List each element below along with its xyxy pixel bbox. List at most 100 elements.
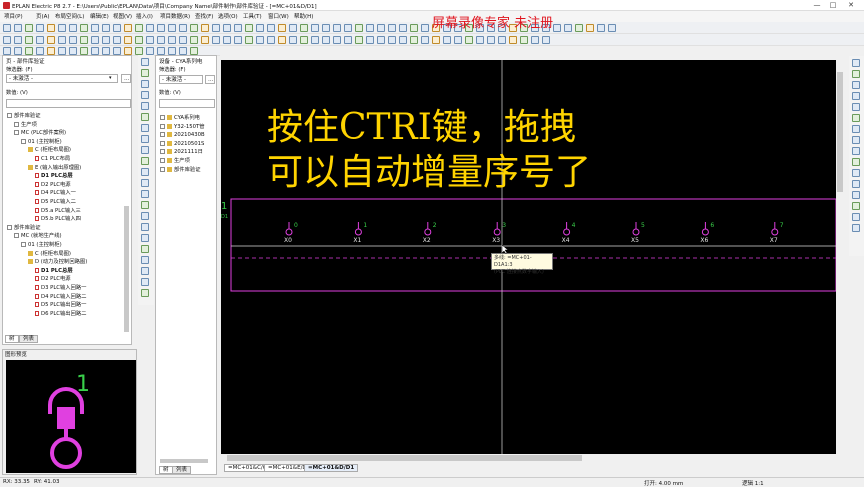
- tree-item[interactable]: E (输入输出原理图): [28, 164, 81, 172]
- canvas-hscrollbar[interactable]: [221, 454, 836, 462]
- toolbar-tool-icon[interactable]: [36, 24, 44, 32]
- toolbar-tool-icon[interactable]: [311, 36, 319, 44]
- draw-tool-icon[interactable]: [141, 190, 149, 198]
- toolbar-tool-icon[interactable]: [25, 36, 33, 44]
- expand-icon[interactable]: [160, 140, 165, 146]
- draw-tool-icon[interactable]: [852, 103, 860, 111]
- toolbar-tool-icon[interactable]: [388, 24, 396, 32]
- toolbar-tool-icon[interactable]: [25, 24, 33, 32]
- toolbar-tool-icon[interactable]: [586, 24, 594, 32]
- draw-tool-icon[interactable]: [852, 224, 860, 232]
- menu-find[interactable]: 查找(F): [195, 12, 213, 20]
- tree-item[interactable]: 部件库验证: [7, 224, 41, 232]
- tree-item[interactable]: D5 PLC输出回路一: [35, 301, 86, 309]
- draw-tool-icon[interactable]: [852, 92, 860, 100]
- toolbar-tool-icon[interactable]: [355, 36, 363, 44]
- toolbar-tool-icon[interactable]: [289, 24, 297, 32]
- toolbar-tool-icon[interactable]: [3, 24, 11, 32]
- toolbar-tool-icon[interactable]: [179, 36, 187, 44]
- draw-tool-icon[interactable]: [141, 102, 149, 110]
- terminal-symbol[interactable]: [632, 228, 640, 236]
- draw-tool-icon[interactable]: [141, 124, 149, 132]
- toolbar-tool-icon[interactable]: [223, 36, 231, 44]
- device-tree-item[interactable]: 2021111日: [160, 148, 203, 156]
- toolbar-tool-icon[interactable]: [575, 24, 583, 32]
- draw-tool-icon[interactable]: [852, 213, 860, 221]
- tree-item[interactable]: D3 PLC输入回路一: [35, 284, 86, 292]
- toolbar-tool-icon[interactable]: [333, 36, 341, 44]
- draw-tool-icon[interactable]: [141, 201, 149, 209]
- terminal-symbol[interactable]: [771, 228, 779, 236]
- toolbar-tool-icon[interactable]: [124, 47, 132, 55]
- expand-icon[interactable]: [160, 123, 165, 129]
- toolbar-tool-icon[interactable]: [498, 36, 506, 44]
- value-input[interactable]: [6, 99, 131, 108]
- draw-tool-icon[interactable]: [852, 202, 860, 210]
- toolbar-tool-icon[interactable]: [597, 24, 605, 32]
- toolbar-tool-icon[interactable]: [608, 24, 616, 32]
- device-value-input[interactable]: [159, 99, 215, 108]
- toolbar-tool-icon[interactable]: [102, 36, 110, 44]
- toolbar-tool-icon[interactable]: [443, 36, 451, 44]
- canvas-vscrollbar[interactable]: [836, 60, 844, 454]
- toolbar-tool-icon[interactable]: [256, 24, 264, 32]
- toolbar-tool-icon[interactable]: [300, 24, 308, 32]
- toolbar-tool-icon[interactable]: [377, 24, 385, 32]
- page-tab-d-d1[interactable]: =MC+01&D/D1: [304, 464, 359, 472]
- toolbar-tool-icon[interactable]: [355, 24, 363, 32]
- tree-item[interactable]: D4 PLC输入回路二: [35, 293, 86, 301]
- toolbar-tool-icon[interactable]: [146, 36, 154, 44]
- tree-item[interactable]: 01 (主控制柜): [21, 241, 62, 249]
- toolbar-tool-icon[interactable]: [256, 36, 264, 44]
- toolbar-tool-icon[interactable]: [410, 36, 418, 44]
- toolbar-tool-icon[interactable]: [509, 36, 517, 44]
- device-tree-item[interactable]: Y32-150T管: [160, 123, 205, 131]
- tree-item[interactable]: C (柜柜布局图): [28, 250, 71, 258]
- toolbar-tool-icon[interactable]: [553, 24, 561, 32]
- toolbar-tool-icon[interactable]: [58, 36, 66, 44]
- tree-item[interactable]: D2 PLC电源: [35, 181, 71, 189]
- toolbar-tool-icon[interactable]: [333, 24, 341, 32]
- toolbar-tool-icon[interactable]: [25, 47, 33, 55]
- tree-item[interactable]: D (动力及控制回路图): [28, 258, 87, 266]
- toolbar-tool-icon[interactable]: [146, 24, 154, 32]
- draw-tool-icon[interactable]: [852, 169, 860, 177]
- toolbar-tool-icon[interactable]: [168, 47, 176, 55]
- close-button[interactable]: ✕: [846, 1, 856, 10]
- toolbar-tool-icon[interactable]: [135, 24, 143, 32]
- device-tree-item[interactable]: 生产项: [160, 157, 190, 165]
- toolbar-tool-icon[interactable]: [366, 36, 374, 44]
- tree-scrollbar[interactable]: [124, 206, 129, 332]
- toolbar-tool-icon[interactable]: [91, 36, 99, 44]
- toolbar-tool-icon[interactable]: [168, 36, 176, 44]
- menu-insert[interactable]: 插入(I): [136, 12, 153, 20]
- toolbar-tool-icon[interactable]: [234, 24, 242, 32]
- terminal-symbol[interactable]: [354, 228, 362, 236]
- toolbar-tool-icon[interactable]: [564, 24, 572, 32]
- menu-project[interactable]: 项目(P): [4, 12, 23, 20]
- expand-icon[interactable]: [160, 149, 165, 155]
- draw-tool-icon[interactable]: [141, 168, 149, 176]
- draw-tool-icon[interactable]: [852, 147, 860, 155]
- toolbar-tool-icon[interactable]: [289, 36, 297, 44]
- tree-item[interactable]: MC (PLC部件案例): [14, 129, 66, 137]
- toolbar-tool-icon[interactable]: [223, 24, 231, 32]
- toolbar-tool-icon[interactable]: [366, 24, 374, 32]
- toolbar-tool-icon[interactable]: [322, 36, 330, 44]
- device-tree-item[interactable]: 部件库验证: [160, 166, 201, 174]
- draw-tool-icon[interactable]: [141, 146, 149, 154]
- toolbar-tool-icon[interactable]: [80, 47, 88, 55]
- tree-item[interactable]: D5 PLC输入二: [35, 198, 76, 206]
- toolbar-tool-icon[interactable]: [168, 24, 176, 32]
- draw-tool-icon[interactable]: [852, 158, 860, 166]
- toolbar-tool-icon[interactable]: [278, 36, 286, 44]
- tree-item[interactable]: 01 (主控制柜): [21, 138, 62, 146]
- toolbar-tool-icon[interactable]: [267, 36, 275, 44]
- toolbar-tool-icon[interactable]: [201, 24, 209, 32]
- toolbar-tool-icon[interactable]: [311, 24, 319, 32]
- toolbar-tool-icon[interactable]: [190, 36, 198, 44]
- menu-page[interactable]: 页(A): [36, 12, 50, 20]
- toolbar-tool-icon[interactable]: [487, 36, 495, 44]
- toolbar-tool-icon[interactable]: [36, 47, 44, 55]
- toolbar-tool-icon[interactable]: [322, 24, 330, 32]
